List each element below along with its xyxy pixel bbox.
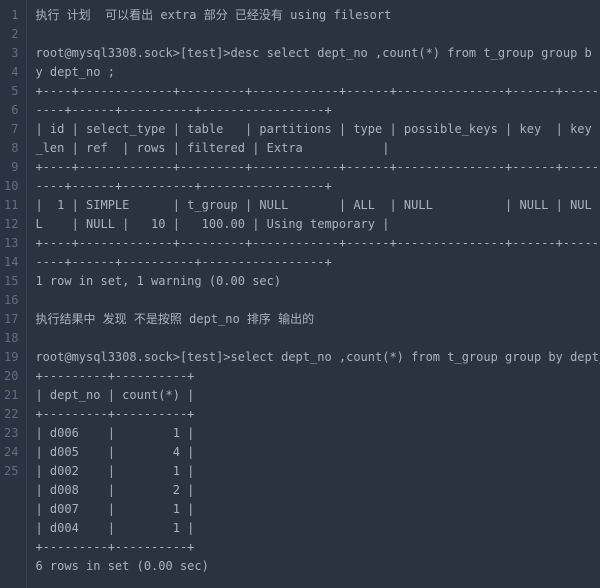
line-number: 15 (4, 272, 18, 291)
line-number: 19 (4, 348, 18, 367)
line-number: 12 (4, 215, 18, 234)
line-number: 22 (4, 405, 18, 424)
code-line: root@mysql3308.sock>[test]>select dept_n… (35, 348, 592, 367)
code-line: +----+-------------+---------+----------… (35, 234, 592, 253)
code-line (35, 291, 592, 310)
code-line: | d008 | 2 | (35, 481, 592, 500)
code-editor: 1234567891011121314151617181920212223242… (0, 0, 600, 588)
code-line: 执行 计划 可以看出 extra 部分 已经没有 using filesort (35, 6, 592, 25)
line-number: 6 (4, 101, 18, 120)
line-number: 8 (4, 139, 18, 158)
code-line: ----+------+----------+-----------------… (35, 177, 592, 196)
line-number: 14 (4, 253, 18, 272)
code-line: | 1 | SIMPLE | t_group | NULL | ALL | NU… (35, 196, 592, 234)
code-line: +----+-------------+---------+----------… (35, 158, 592, 177)
code-area[interactable]: 执行 计划 可以看出 extra 部分 已经没有 using filesort … (27, 0, 600, 588)
code-line: ----+------+----------+-----------------… (35, 253, 592, 272)
code-line: | id | select_type | table | partitions … (35, 120, 592, 158)
line-number: 9 (4, 158, 18, 177)
code-line: +---------+----------+ (35, 405, 592, 424)
code-line: +---------+----------+ (35, 538, 592, 557)
line-number: 3 (4, 44, 18, 63)
line-number: 5 (4, 82, 18, 101)
code-line: | d006 | 1 | (35, 424, 592, 443)
line-number: 11 (4, 196, 18, 215)
line-number: 17 (4, 310, 18, 329)
line-number: 1 (4, 6, 18, 25)
line-number: 7 (4, 120, 18, 139)
code-line (35, 329, 592, 348)
line-number: 23 (4, 424, 18, 443)
line-number: 10 (4, 177, 18, 196)
code-line: | d002 | 1 | (35, 462, 592, 481)
line-number: 24 (4, 443, 18, 462)
code-line: | d004 | 1 | (35, 519, 592, 538)
code-line: 6 rows in set (0.00 sec) (35, 557, 592, 576)
line-number: 18 (4, 329, 18, 348)
line-number: 25 (4, 462, 18, 481)
code-line: +----+-------------+---------+----------… (35, 82, 592, 101)
code-line: ----+------+----------+-----------------… (35, 101, 592, 120)
code-line: +---------+----------+ (35, 367, 592, 386)
code-line: 执行结果中 发现 不是按照 dept_no 排序 输出的 (35, 310, 592, 329)
code-line: | dept_no | count(*) | (35, 386, 592, 405)
code-line: 1 row in set, 1 warning (0.00 sec) (35, 272, 592, 291)
code-line: | d007 | 1 | (35, 500, 592, 519)
code-line (35, 25, 592, 44)
line-number-gutter: 1234567891011121314151617181920212223242… (0, 0, 27, 588)
code-line: root@mysql3308.sock>[test]>desc select d… (35, 44, 592, 82)
line-number: 16 (4, 291, 18, 310)
line-number: 13 (4, 234, 18, 253)
code-line: | d005 | 4 | (35, 443, 592, 462)
line-number: 4 (4, 63, 18, 82)
line-number: 21 (4, 386, 18, 405)
line-number: 20 (4, 367, 18, 386)
line-number: 2 (4, 25, 18, 44)
